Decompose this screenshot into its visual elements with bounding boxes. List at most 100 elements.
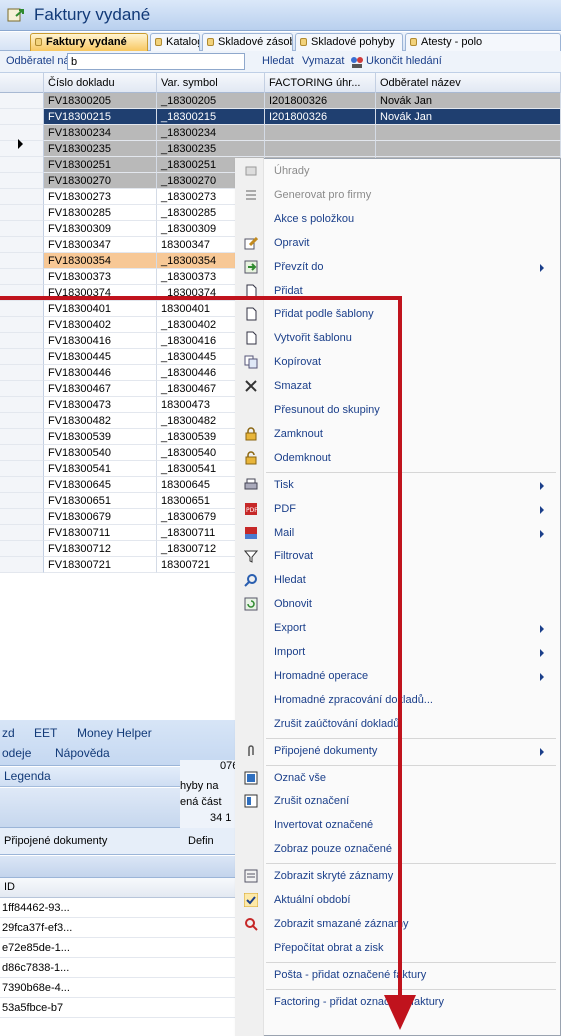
context-menu-item[interactable]: Zobraz pouze označené xyxy=(236,838,560,861)
row-header[interactable] xyxy=(0,109,44,125)
context-menu-item[interactable]: Zrušit označení xyxy=(236,790,560,813)
list-item[interactable]: 1ff84462-93... xyxy=(0,898,244,918)
clear-button[interactable]: Vymazat xyxy=(302,55,344,67)
context-menu-item[interactable]: Generovat pro firmy xyxy=(236,184,560,207)
row-header[interactable] xyxy=(0,445,44,461)
context-menu-item[interactable]: Hromadné zpracování dokladů... xyxy=(236,689,560,712)
list-item[interactable]: e72e85de-1... xyxy=(0,938,244,958)
search-input[interactable] xyxy=(67,53,245,70)
secondary-tab[interactable]: Připojené dokumenty xyxy=(4,835,107,847)
row-header[interactable] xyxy=(0,285,44,301)
context-menu-item[interactable]: Zamknout xyxy=(236,423,560,446)
table-row[interactable]: FV18300235 _18300235 xyxy=(0,141,561,157)
context-menu-item[interactable]: Filtrovat xyxy=(236,545,560,568)
row-header[interactable] xyxy=(0,93,44,109)
context-menu-item[interactable]: Přidat podle šablony xyxy=(236,303,560,326)
row-header[interactable] xyxy=(0,189,44,205)
background-text: ená část xyxy=(180,796,222,808)
row-header[interactable] xyxy=(0,413,44,429)
table-cell: FV18300473 xyxy=(44,397,157,413)
list-item[interactable]: d86c7838-1... xyxy=(0,958,244,978)
row-header[interactable] xyxy=(0,429,44,445)
svg-text:PDF: PDF xyxy=(246,507,258,514)
row-header[interactable] xyxy=(0,525,44,541)
context-menu-item[interactable]: Kopírovat xyxy=(236,351,560,374)
tab-2[interactable]: Skladové zásoby xyxy=(202,33,293,51)
menu-item[interactable]: EET xyxy=(34,726,57,740)
context-menu-item[interactable]: Zobrazit smazané záznamy xyxy=(236,913,560,936)
menu-item[interactable]: odeje xyxy=(2,746,31,760)
row-header[interactable] xyxy=(0,397,44,413)
tab-1[interactable]: Katalog xyxy=(150,33,200,51)
row-header[interactable] xyxy=(0,557,44,573)
context-menu-item[interactable]: Zobrazit skryté záznamy xyxy=(236,865,560,888)
menu-separator xyxy=(266,863,556,865)
context-menu-item[interactable]: Převzít do xyxy=(236,256,560,279)
row-header[interactable] xyxy=(0,493,44,509)
context-menu-item[interactable]: Přidat xyxy=(236,280,560,303)
context-menu-item[interactable]: Opravit xyxy=(236,232,560,255)
end-search-icon[interactable] xyxy=(350,55,364,69)
table-row[interactable]: FV18300205 _18300205 I201800326 Novák Jan xyxy=(0,93,561,109)
tab-4[interactable]: Atesty - polo xyxy=(405,33,561,51)
context-menu-item[interactable]: PDF PDF xyxy=(236,498,560,521)
tab-label: Atesty - polo xyxy=(421,36,483,48)
column-header[interactable]: Var. symbol xyxy=(157,73,265,93)
table-row[interactable]: FV18300234 _18300234 xyxy=(0,125,561,141)
context-menu-item[interactable]: Smazat xyxy=(236,375,560,398)
context-menu-item[interactable]: Tisk xyxy=(236,474,560,497)
secondary-tab[interactable]: Defin xyxy=(188,835,214,847)
context-menu-item[interactable]: Připojené dokumenty xyxy=(236,740,560,763)
row-header[interactable] xyxy=(0,237,44,253)
menu-item[interactable]: zd xyxy=(2,726,15,740)
context-menu-item[interactable]: Akce s položkou xyxy=(236,208,560,231)
row-header[interactable] xyxy=(0,269,44,285)
context-menu-item[interactable]: Hledat xyxy=(236,569,560,592)
context-menu-item[interactable]: Hromadné operace xyxy=(236,665,560,688)
column-header[interactable]: FACTORING úhr... xyxy=(265,73,376,93)
find-button[interactable]: Hledat xyxy=(262,55,294,67)
context-menu-item[interactable]: Import xyxy=(236,641,560,664)
row-header[interactable] xyxy=(0,301,44,317)
table-row[interactable]: FV18300215 _18300215 I201800326 Novák Jan xyxy=(0,109,561,125)
row-header[interactable] xyxy=(0,253,44,269)
context-menu-item[interactable]: Přesunout do skupiny xyxy=(236,399,560,422)
menu-item[interactable]: Money Helper xyxy=(77,726,152,740)
context-menu-item[interactable]: Mail xyxy=(236,522,560,545)
context-menu-item[interactable]: Invertovat označené xyxy=(236,814,560,837)
list-item[interactable]: 7390b68e-4... xyxy=(0,978,244,998)
menu-item[interactable]: Nápověda xyxy=(55,746,110,760)
context-menu-item[interactable]: Pošta - přidat označené faktury xyxy=(236,964,560,987)
row-header[interactable] xyxy=(0,541,44,557)
context-menu-item[interactable]: Obnovit xyxy=(236,593,560,616)
row-header[interactable] xyxy=(0,365,44,381)
context-menu-item[interactable]: Úhrady xyxy=(236,160,560,183)
row-header[interactable] xyxy=(0,509,44,525)
context-menu-item[interactable]: Přepočítat obrat a zisk xyxy=(236,937,560,960)
column-header[interactable]: Odběratel název xyxy=(376,73,561,93)
context-menu-item[interactable]: Zrušit zaúčtování dokladů xyxy=(236,713,560,736)
context-menu-item[interactable]: Export xyxy=(236,617,560,640)
tab-3[interactable]: Skladové pohyby xyxy=(295,33,403,51)
row-header[interactable] xyxy=(0,477,44,493)
context-menu-item[interactable]: Odemknout xyxy=(236,447,560,470)
list-item[interactable]: 29fca37f-ef3... xyxy=(0,918,244,938)
end-search-button[interactable]: Ukončit hledání xyxy=(366,55,442,67)
row-header[interactable] xyxy=(0,157,44,173)
row-header[interactable] xyxy=(0,205,44,221)
row-header[interactable] xyxy=(0,381,44,397)
row-header[interactable] xyxy=(0,333,44,349)
row-header[interactable] xyxy=(0,461,44,477)
row-header[interactable] xyxy=(0,173,44,189)
id-column-header[interactable]: ID xyxy=(4,881,15,893)
row-header[interactable] xyxy=(0,221,44,237)
context-menu-item[interactable]: Aktuální období xyxy=(236,889,560,912)
context-menu-item[interactable]: Factoring - přidat označené faktury xyxy=(236,991,560,1014)
context-menu-item[interactable]: Vytvořit šablonu xyxy=(236,327,560,350)
list-item[interactable]: 53a5fbce-b7 xyxy=(0,998,244,1018)
row-header[interactable] xyxy=(0,349,44,365)
context-menu-item[interactable]: Označ vše xyxy=(236,767,560,790)
tab-0[interactable]: Faktury vydané xyxy=(30,33,148,51)
row-header[interactable] xyxy=(0,317,44,333)
column-header[interactable]: Číslo dokladu xyxy=(44,73,157,93)
